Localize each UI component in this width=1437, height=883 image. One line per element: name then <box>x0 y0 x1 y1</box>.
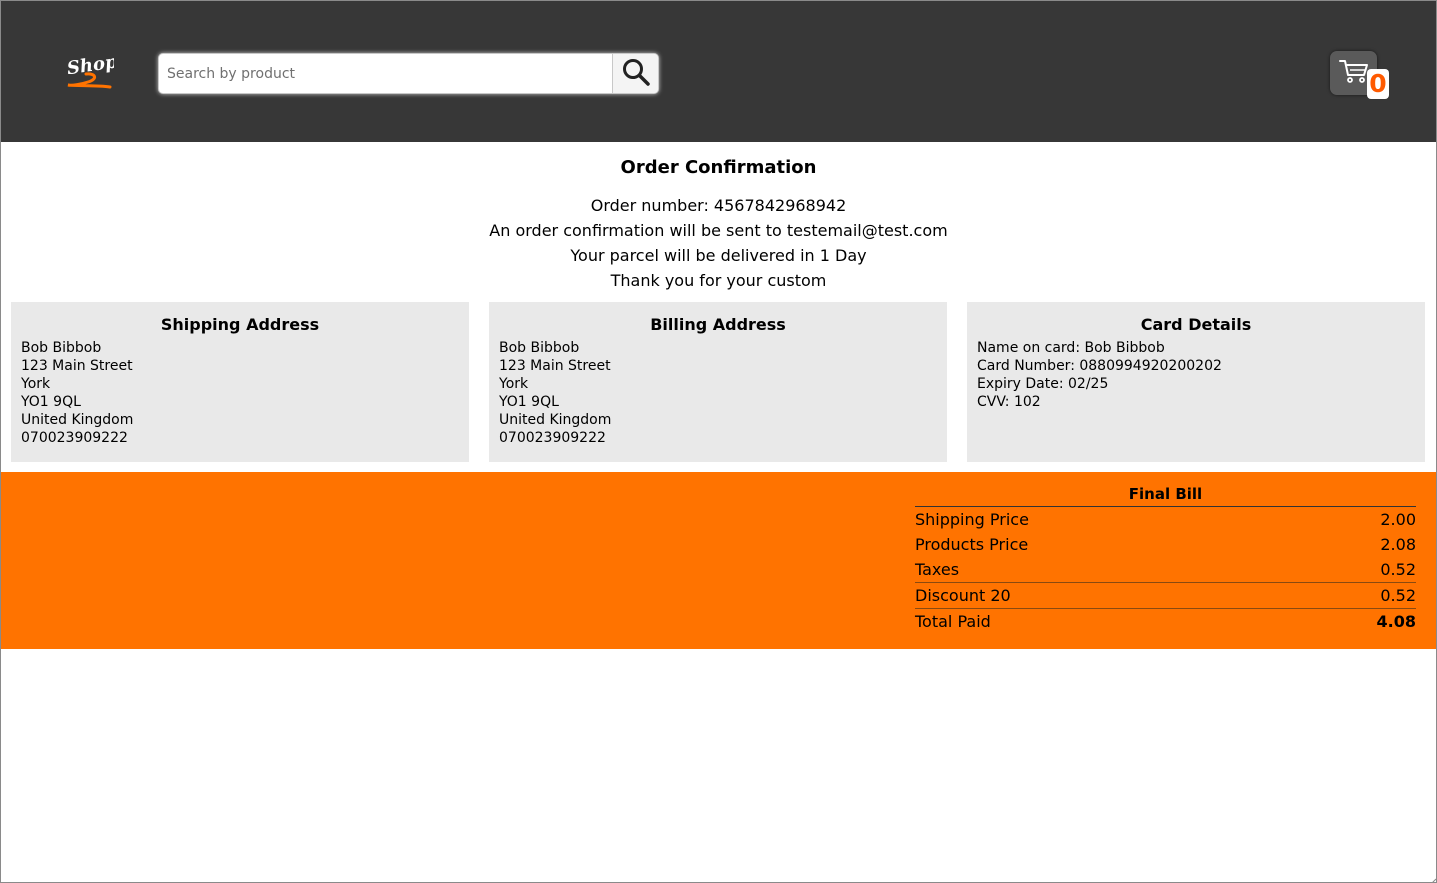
page: Shop Search by product 0 Order Confirmat… <box>0 0 1437 883</box>
bill-value: 2.00 <box>1380 510 1416 529</box>
card-cvv: CVV: 102 <box>977 394 1041 410</box>
page-title: Order Confirmation <box>620 157 817 178</box>
cart-icon <box>1338 58 1369 88</box>
billing-address-panel: Billing Address Bob Bibbob 123 Main Stre… <box>489 302 947 462</box>
email-notice: An order confirmation will be sent to te… <box>489 221 948 240</box>
billing-city: York <box>499 376 529 392</box>
cart-count-badge: 0 <box>1367 69 1389 99</box>
shipping-street: 123 Main Street <box>21 358 133 374</box>
resize-grip-icon[interactable] <box>1426 872 1436 882</box>
bill-label: Discount 20 <box>915 586 1011 605</box>
bill-row-discount: Discount 20 0.52 <box>915 582 1416 608</box>
card-number: Card Number: 0880994920200202 <box>977 358 1222 374</box>
billing-name: Bob Bibbob <box>499 340 580 356</box>
card-expiry: Expiry Date: 02/25 <box>977 376 1109 392</box>
confirmation-message: Order number: 4567842968942 An order con… <box>1 193 1436 293</box>
bill-total-value: 4.08 <box>1376 612 1416 631</box>
search-bar <box>158 53 659 94</box>
billing-postcode: YO1 9QL <box>499 394 559 410</box>
delivery-notice: Your parcel will be delivered in 1 Day <box>570 246 867 265</box>
card-details-title: Card Details <box>1140 315 1252 334</box>
bill-value: 2.08 <box>1380 535 1416 554</box>
bill-row-total: Total Paid 4.08 <box>915 608 1416 634</box>
search-input[interactable] <box>159 54 612 93</box>
search-button[interactable] <box>612 54 658 93</box>
billing-country: United Kingdom <box>499 412 612 428</box>
bill-value: 0.52 <box>1380 586 1416 605</box>
shop-logo[interactable]: Shop <box>64 51 119 93</box>
search-icon <box>621 57 651 91</box>
final-bill: Final Bill Shipping Price 2.00 Products … <box>915 483 1416 634</box>
bill-row-products: Products Price 2.08 <box>915 532 1416 557</box>
bill-value: 0.52 <box>1380 560 1416 579</box>
final-bill-title: Final Bill <box>915 483 1416 507</box>
shipping-country: United Kingdom <box>21 412 134 428</box>
bill-label: Products Price <box>915 535 1029 554</box>
billing-street: 123 Main Street <box>499 358 611 374</box>
bill-label: Taxes <box>915 560 960 579</box>
shipping-postcode: YO1 9QL <box>21 394 81 410</box>
shipping-address-panel: Shipping Address Bob Bibbob 123 Main Str… <box>11 302 469 462</box>
bill-label: Shipping Price <box>915 510 1029 529</box>
billing-phone: 070023909222 <box>499 430 606 446</box>
billing-address-title: Billing Address <box>650 315 786 334</box>
card-name: Name on card: Bob Bibbob <box>977 340 1165 356</box>
bill-row-taxes: Taxes 0.52 <box>915 557 1416 582</box>
shipping-name: Bob Bibbob <box>21 340 102 356</box>
card-details-panel: Card Details Name on card: Bob Bibbob Ca… <box>967 302 1425 462</box>
order-number: Order number: 4567842968942 <box>590 196 847 215</box>
site-header: Shop Search by product 0 <box>1 1 1436 142</box>
shipping-city: York <box>21 376 51 392</box>
bill-row-shipping: Shipping Price 2.00 <box>915 507 1416 532</box>
shipping-address-title: Shipping Address <box>160 315 320 334</box>
bill-label: Total Paid <box>915 612 991 631</box>
shipping-phone: 070023909222 <box>21 430 128 446</box>
thank-you-note: Thank you for your custom <box>610 271 827 290</box>
